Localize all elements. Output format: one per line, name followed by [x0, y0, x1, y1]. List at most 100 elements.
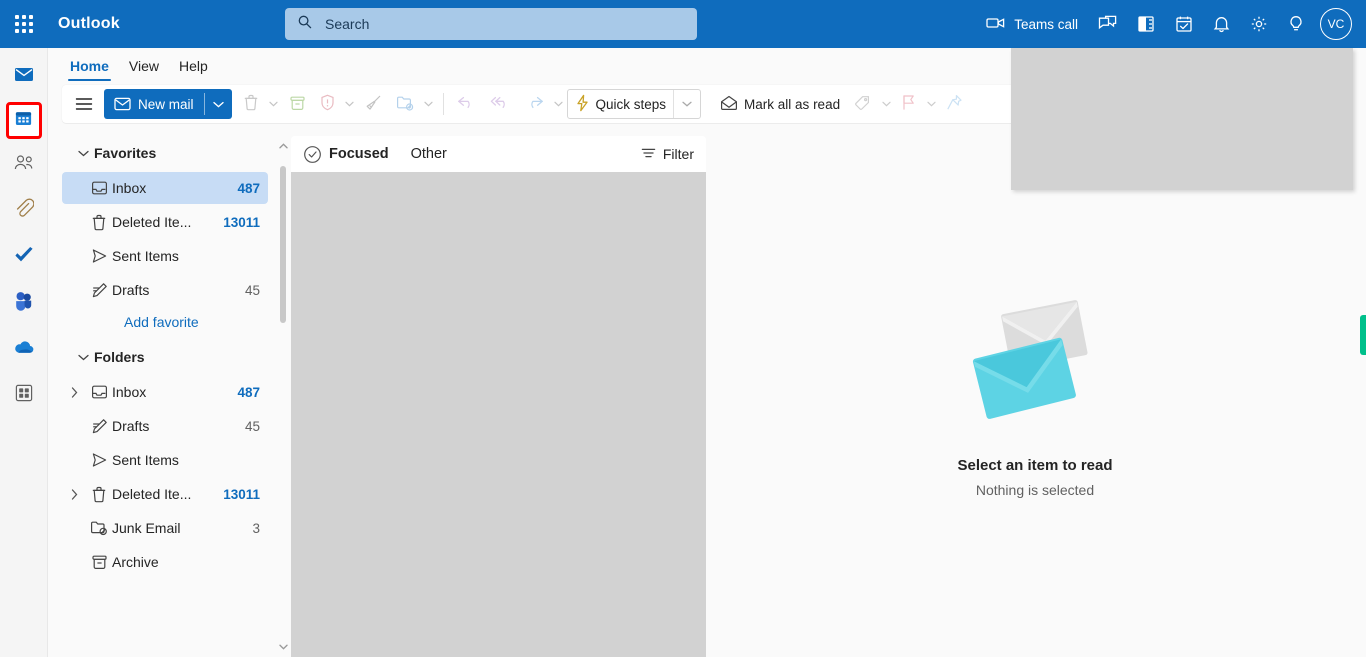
bell-notifications-icon[interactable] [1203, 0, 1240, 48]
search-placeholder: Search [325, 16, 370, 32]
undo-button[interactable] [450, 89, 483, 119]
trash-delete-icon [243, 94, 259, 114]
mark-all-as-read-button[interactable]: Mark all as read [713, 89, 847, 119]
outlook-window: Outlook Search Teams call VC Home View H… [0, 0, 1366, 657]
circle-check-select-icon[interactable] [303, 145, 329, 164]
favorites-title: Favorites [94, 145, 157, 161]
new-mail-chevron-down-icon[interactable] [205, 101, 232, 108]
favorite-count: 487 [237, 180, 260, 196]
calendar-check-icon[interactable] [1165, 0, 1203, 48]
draft-pencil-icon [86, 282, 112, 299]
message-list-header: Focused Other Filter [291, 136, 706, 172]
mail-icon [13, 63, 35, 90]
teams-call-button[interactable]: Teams call [976, 0, 1088, 48]
delete-button[interactable] [236, 89, 266, 119]
tag-button[interactable] [847, 89, 878, 119]
archive-button[interactable] [282, 89, 313, 119]
lightbulb-tips-icon[interactable] [1278, 0, 1314, 48]
folder-item-deleted-items[interactable]: Deleted Ite... 13011 [62, 478, 268, 510]
rail-item-files[interactable] [4, 191, 44, 231]
pivot-other[interactable]: Other [411, 146, 447, 162]
new-mail-label: New mail [138, 96, 194, 112]
quick-steps-button[interactable]: Quick steps [568, 89, 674, 119]
folder-item-junk-email[interactable]: Junk Email 3 [62, 512, 268, 544]
open-envelope-icon [720, 95, 738, 113]
report-button[interactable] [313, 89, 342, 119]
search-input[interactable]: Search [285, 8, 697, 40]
rail-item-more-apps[interactable] [4, 375, 44, 415]
draft-pencil-icon [86, 418, 112, 435]
folder-item-inbox[interactable]: Inbox 487 [62, 376, 268, 408]
rail-item-teams[interactable] [4, 283, 44, 323]
new-mail-button[interactable]: New mail [104, 89, 232, 119]
avatar[interactable]: VC [1320, 8, 1352, 40]
feedback-edge-tab[interactable] [1360, 315, 1366, 355]
tab-view[interactable]: View [119, 58, 169, 81]
forward-chevron-down-icon[interactable] [551, 101, 567, 107]
calendar-icon [14, 109, 33, 133]
cloud-onedrive-icon [13, 339, 35, 360]
inbox-icon [86, 180, 112, 196]
favorite-item-inbox[interactable]: Inbox 487 [62, 172, 268, 204]
move-to-button[interactable] [389, 89, 421, 119]
delete-chevron-down-icon[interactable] [266, 101, 282, 107]
reply-all-arrow-icon [490, 95, 511, 113]
reading-pane: Select an item to read Nothing is select… [710, 136, 1360, 657]
app-launcher-grid-icon[interactable] [0, 0, 48, 48]
favorites-group-header[interactable]: Favorites [62, 136, 274, 170]
message-list-body-placeholder[interactable] [291, 172, 706, 657]
people-icon [13, 153, 35, 178]
folders-group-header[interactable]: Folders [62, 340, 274, 374]
report-chevron-down-icon[interactable] [342, 101, 358, 107]
scroll-down-chevron-down-icon[interactable] [276, 639, 290, 655]
folder-item-drafts[interactable]: Drafts 45 [62, 410, 268, 442]
office-app-icon[interactable] [1127, 0, 1165, 48]
flag-chevron-down-icon[interactable] [923, 101, 939, 107]
forward-arrow-icon [525, 95, 544, 113]
rail-item-mail[interactable] [4, 56, 44, 96]
sweep-button[interactable] [358, 89, 389, 119]
reply-all-button[interactable] [483, 89, 518, 119]
favorite-count: 13011 [223, 214, 260, 230]
favorite-item-drafts[interactable]: Drafts 45 [62, 274, 268, 306]
rail-item-calendar[interactable] [5, 102, 42, 139]
rail-item-onedrive[interactable] [4, 329, 44, 369]
tab-home[interactable]: Home [60, 58, 119, 81]
archive-icon [86, 554, 112, 570]
folder-item-archive[interactable]: Archive [62, 546, 268, 578]
folder-label: Junk Email [112, 520, 181, 536]
inbox-icon [86, 384, 112, 400]
gear-settings-icon[interactable] [1240, 0, 1278, 48]
folder-count: 45 [244, 418, 260, 434]
left-app-rail [0, 48, 48, 657]
folder-label: Archive [112, 554, 159, 570]
pin-button[interactable] [939, 89, 970, 119]
favorite-item-deleted-items[interactable]: Deleted Ite... 13011 [62, 206, 268, 238]
chevron-right-icon[interactable] [62, 386, 86, 398]
add-favorite-link[interactable]: Add favorite [62, 308, 274, 336]
folder-label: Drafts [112, 418, 150, 434]
move-to-chevron-down-icon[interactable] [421, 101, 437, 107]
chevron-right-icon[interactable] [62, 488, 86, 500]
tab-help[interactable]: Help [169, 58, 218, 81]
quick-steps-label: Quick steps [595, 96, 667, 112]
folder-pane-scrollbar[interactable] [276, 136, 290, 657]
scrollbar-thumb[interactable] [280, 166, 286, 323]
flag-button[interactable] [894, 89, 923, 119]
pivot-focused[interactable]: Focused [329, 146, 389, 162]
message-list-pane: Focused Other Filter [291, 136, 706, 657]
undo-arrow-icon [457, 95, 476, 113]
favorite-label: Drafts [112, 282, 150, 298]
chat-icon[interactable] [1088, 0, 1127, 48]
hamburger-menu-icon[interactable] [68, 89, 100, 119]
favorite-item-sent-items[interactable]: Sent Items [62, 240, 268, 272]
filter-button[interactable]: Filter [641, 146, 694, 162]
tag-icon [854, 95, 871, 114]
rail-item-people[interactable] [4, 145, 44, 185]
tag-chevron-down-icon[interactable] [878, 101, 894, 107]
forward-button[interactable] [518, 89, 551, 119]
quick-steps-chevron-down-icon[interactable] [674, 101, 700, 107]
rail-item-to-do[interactable] [4, 237, 44, 277]
scroll-up-chevron-up-icon[interactable] [276, 138, 290, 154]
folder-item-sent-items[interactable]: Sent Items [62, 444, 268, 476]
